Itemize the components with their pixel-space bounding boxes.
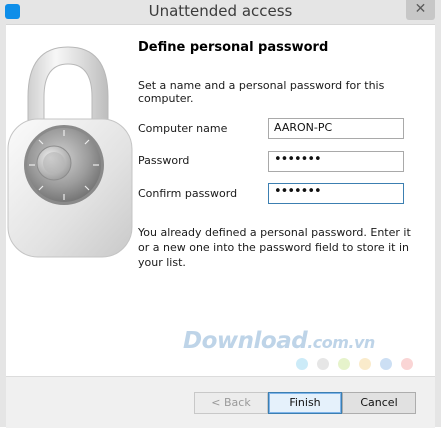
padlock-icon: [7, 46, 133, 258]
password-label: Password: [138, 154, 190, 167]
computer-name-field[interactable]: AARON-PC: [268, 118, 404, 139]
window-title: Unattended access: [148, 2, 293, 20]
window-border: [435, 24, 441, 427]
page-heading: Define personal password: [138, 40, 329, 55]
watermark-dot: [296, 358, 308, 370]
wizard-page: Define personal password Set a name and …: [6, 25, 435, 375]
watermark-domain: .com.vn: [307, 333, 375, 352]
watermark-dot: [338, 358, 350, 370]
intro-text: Set a name and a personal password for t…: [138, 79, 385, 105]
cancel-button[interactable]: Cancel: [342, 392, 416, 414]
computer-name-label: Computer name: [138, 122, 228, 135]
watermark-dot: [401, 358, 413, 370]
watermark-dot: [317, 358, 329, 370]
watermark-dot: [380, 358, 392, 370]
password-field[interactable]: •••••••: [268, 151, 404, 172]
confirm-password-field[interactable]: •••••••: [268, 183, 404, 204]
back-button[interactable]: < Back: [194, 392, 268, 414]
finish-button[interactable]: Finish: [268, 392, 342, 414]
watermark-logo: Download.com.vn: [183, 328, 375, 354]
title-bar: Unattended access ✕: [0, 0, 441, 25]
watermark-brand: Download: [183, 328, 308, 354]
watermark-dot: [359, 358, 371, 370]
confirm-password-label: Confirm password: [138, 187, 238, 200]
close-button[interactable]: ✕: [406, 0, 435, 20]
button-bar: < Back Finish Cancel: [6, 376, 435, 428]
info-note: You already defined a personal password.…: [138, 226, 411, 269]
close-icon: ✕: [414, 1, 427, 17]
